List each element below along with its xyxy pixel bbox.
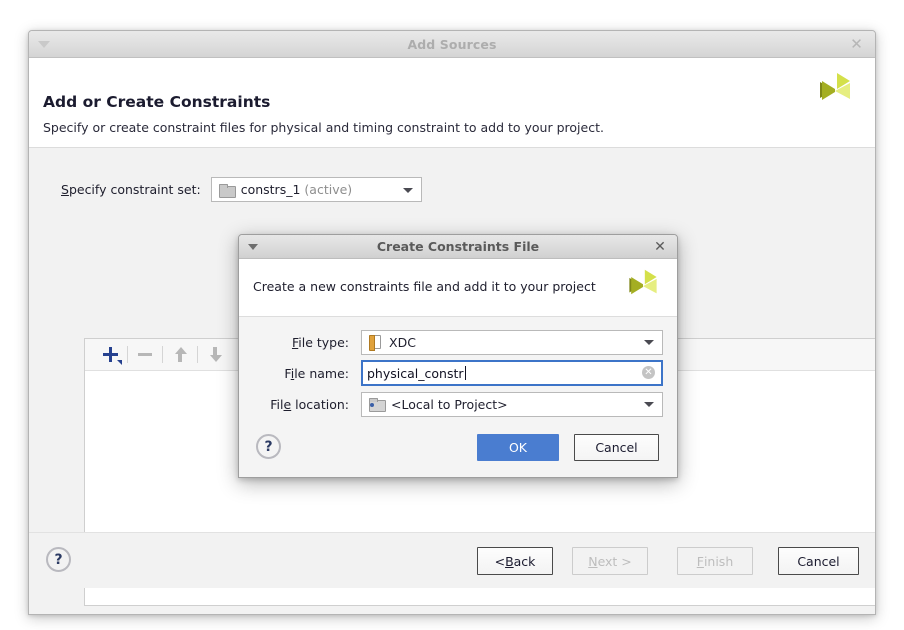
chevron-down-icon — [402, 187, 413, 193]
move-up-button — [165, 342, 195, 368]
arrow-up-icon — [174, 347, 187, 362]
wizard-titlebar: Add Sources ✕ — [29, 31, 875, 58]
xilinx-logo-icon — [629, 269, 657, 295]
toolbar-separator — [197, 346, 198, 363]
close-icon[interactable]: ✕ — [847, 35, 866, 54]
folder-icon — [218, 183, 236, 198]
clear-icon[interactable]: ✕ — [642, 366, 655, 379]
dialog-titlebar: Create Constraints File ✕ — [239, 235, 677, 259]
dialog-cancel-button[interactable]: Cancel — [574, 434, 659, 461]
file-location-row: File location: <Local to Project> — [253, 391, 663, 417]
help-button[interactable]: ? — [46, 547, 71, 572]
ok-button[interactable]: OK — [477, 434, 559, 461]
toolbar-separator — [127, 346, 128, 363]
chevron-down-icon — [644, 340, 654, 345]
arrow-down-icon — [209, 347, 222, 362]
document-icon — [369, 335, 381, 351]
add-constraints-button[interactable] — [95, 342, 125, 368]
file-location-dropdown[interactable]: <Local to Project> — [361, 391, 663, 417]
create-constraints-file-dialog: Create Constraints File ✕ Create a new c… — [238, 234, 678, 478]
dialog-help-button[interactable]: ? — [256, 434, 281, 459]
constraint-set-dropdown[interactable]: constrs_1 (active) — [210, 177, 422, 202]
page-subtitle: Specify or create constraint files for p… — [43, 120, 604, 135]
file-type-label: File type: — [291, 334, 349, 350]
dropdown-caret-icon — [117, 359, 122, 365]
constraint-set-label: Specify constraint set: — [61, 182, 201, 197]
dialog-title: Create Constraints File — [376, 239, 540, 254]
remove-constraints-button — [130, 342, 160, 368]
file-location-value: <Local to Project> — [391, 396, 508, 412]
file-type-dropdown[interactable]: XDC — [361, 329, 663, 355]
file-name-row: File name: physical_constr ✕ — [253, 360, 663, 386]
toolbar-separator — [162, 346, 163, 363]
file-location-label: File location: — [270, 396, 349, 412]
finish-button: Finish — [677, 547, 753, 575]
xilinx-logo-icon — [820, 73, 850, 100]
chevron-down-icon — [644, 402, 654, 407]
minus-icon — [138, 353, 152, 356]
window-title: Add Sources — [407, 37, 497, 52]
next-button: Next > — [572, 547, 648, 575]
move-down-button — [200, 342, 230, 368]
file-name-value: physical_constr — [367, 365, 464, 381]
back-button[interactable]: < Back — [477, 547, 553, 575]
page-title: Add or Create Constraints — [43, 93, 271, 111]
dialog-footer: ? OK Cancel — [239, 421, 677, 477]
file-type-value: XDC — [389, 334, 416, 350]
dialog-subtitle: Create a new constraints file and add it… — [253, 279, 596, 294]
dialog-form: File type: XDC File name: physical_const… — [239, 317, 677, 422]
text-cursor — [464, 366, 466, 380]
constraint-set-row: Specify constraint set: constrs_1 (activ… — [61, 177, 422, 202]
cancel-button[interactable]: Cancel — [778, 547, 859, 575]
file-name-label: File name: — [284, 365, 349, 381]
plus-icon — [102, 347, 118, 362]
dialog-close-icon[interactable]: ✕ — [651, 238, 669, 256]
constraint-set-value: constrs_1 (active) — [240, 182, 353, 197]
dialog-header: Create a new constraints file and add it… — [239, 259, 677, 317]
file-type-row: File type: XDC — [253, 329, 663, 355]
file-name-input[interactable]: physical_constr ✕ — [361, 360, 663, 386]
folder-icon — [369, 398, 386, 412]
wizard-header: Add or Create Constraints Specify or cre… — [29, 58, 875, 148]
wizard-footer: ? < Back Next > Finish Cancel — [29, 532, 875, 588]
